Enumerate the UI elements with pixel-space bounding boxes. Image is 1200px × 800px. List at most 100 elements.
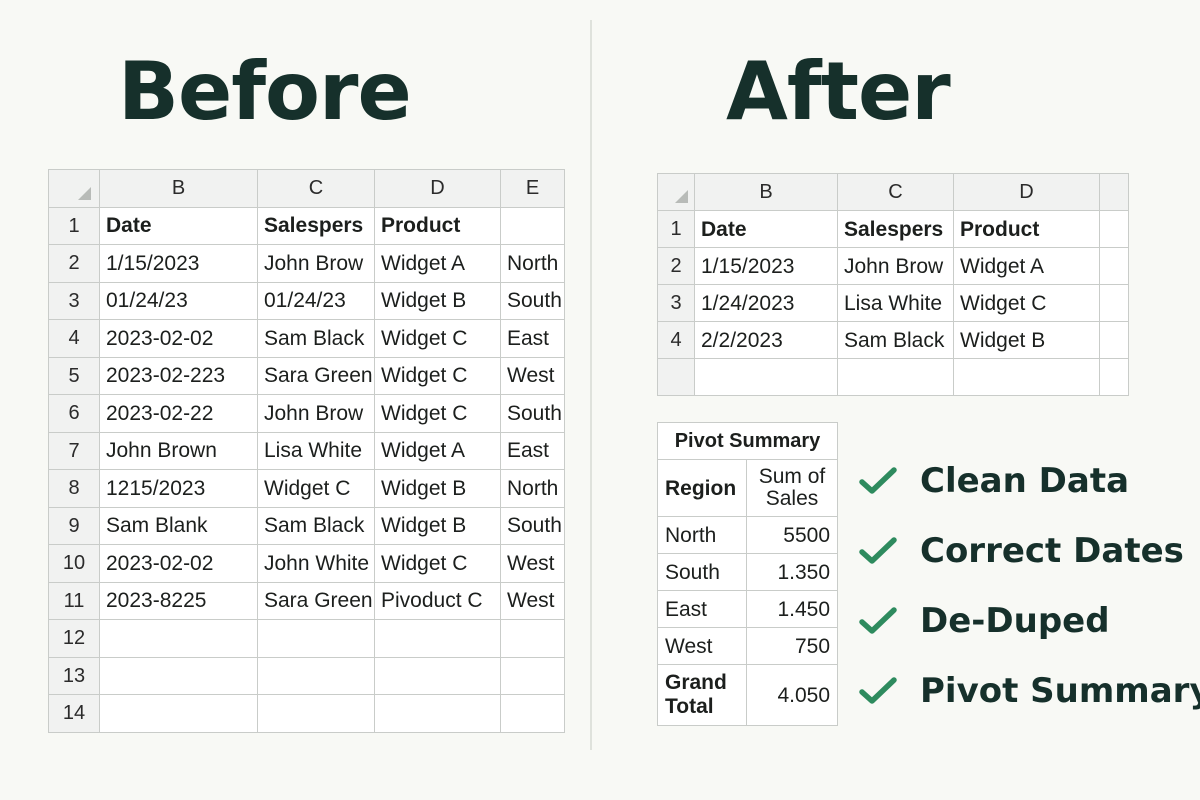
cell[interactable] xyxy=(99,656,258,695)
cell[interactable]: Salespers xyxy=(257,206,375,245)
cell[interactable] xyxy=(837,358,954,396)
cell[interactable]: Date xyxy=(694,210,838,248)
cell[interactable]: John Brown xyxy=(99,431,258,470)
cell[interactable]: 1215/2023 xyxy=(99,469,258,508)
cell[interactable] xyxy=(99,694,258,733)
select-all-corner[interactable] xyxy=(48,169,100,208)
row-number[interactable]: 9 xyxy=(48,506,100,545)
column-header-c[interactable]: C xyxy=(257,169,375,208)
cell[interactable]: 1/15/2023 xyxy=(694,247,838,285)
cell[interactable] xyxy=(1099,247,1129,285)
row-number[interactable]: 7 xyxy=(48,431,100,470)
cell[interactable]: South xyxy=(500,281,565,320)
column-header-b[interactable]: B xyxy=(694,173,838,211)
cell[interactable]: John Brow xyxy=(257,394,375,433)
cell[interactable]: Product xyxy=(953,210,1100,248)
cell[interactable]: Widget C xyxy=(374,544,501,583)
cell[interactable] xyxy=(374,656,501,695)
cell[interactable] xyxy=(953,358,1100,396)
row-number[interactable]: 1 xyxy=(48,206,100,245)
cell[interactable] xyxy=(694,358,838,396)
cell[interactable]: Widget A xyxy=(953,247,1100,285)
row-number[interactable]: 13 xyxy=(48,656,100,695)
cell[interactable]: 01/24/23 xyxy=(257,281,375,320)
cell[interactable]: Sam Black xyxy=(257,506,375,545)
cell[interactable]: Lisa White xyxy=(257,431,375,470)
cell[interactable]: Widget A xyxy=(374,244,501,283)
row-number[interactable]: 4 xyxy=(657,321,695,359)
row-number[interactable]: 11 xyxy=(48,581,100,620)
cell[interactable] xyxy=(1099,284,1129,322)
cell[interactable] xyxy=(257,619,375,658)
cell[interactable]: Sam Black xyxy=(257,319,375,358)
column-header-d[interactable]: D xyxy=(374,169,501,208)
select-all-corner[interactable] xyxy=(657,173,695,211)
cell[interactable] xyxy=(257,656,375,695)
cell[interactable]: Widget B xyxy=(953,321,1100,359)
cell[interactable]: Sam Black xyxy=(837,321,954,359)
cell[interactable]: South xyxy=(500,506,565,545)
cell[interactable]: John Brow xyxy=(257,244,375,283)
cell[interactable] xyxy=(500,619,565,658)
cell[interactable]: East xyxy=(500,319,565,358)
cell[interactable]: Widget C xyxy=(374,394,501,433)
cell[interactable]: North xyxy=(500,469,565,508)
row-number[interactable]: 2 xyxy=(657,247,695,285)
row-number[interactable] xyxy=(657,358,695,396)
cell[interactable]: Sara Green xyxy=(257,356,375,395)
cell[interactable] xyxy=(1099,358,1129,396)
cell[interactable]: 2023-02-223 xyxy=(99,356,258,395)
cell[interactable]: East xyxy=(500,431,565,470)
cell[interactable]: 2023-8225 xyxy=(99,581,258,620)
cell[interactable]: Widget B xyxy=(374,506,501,545)
cell[interactable]: West xyxy=(500,581,565,620)
cell[interactable]: Pivoduct C xyxy=(374,581,501,620)
cell[interactable]: West xyxy=(500,544,565,583)
cell[interactable]: Widget A xyxy=(374,431,501,470)
column-header-d[interactable]: D xyxy=(953,173,1100,211)
cell[interactable]: 1/24/2023 xyxy=(694,284,838,322)
cell[interactable]: Sara Green xyxy=(257,581,375,620)
cell[interactable] xyxy=(500,694,565,733)
cell[interactable]: Widget C xyxy=(374,319,501,358)
row-number[interactable]: 4 xyxy=(48,319,100,358)
cell[interactable] xyxy=(374,619,501,658)
cell[interactable]: 2023-02-02 xyxy=(99,544,258,583)
cell[interactable]: South xyxy=(500,394,565,433)
cell[interactable]: Lisa White xyxy=(837,284,954,322)
row-number[interactable]: 5 xyxy=(48,356,100,395)
row-number[interactable]: 6 xyxy=(48,394,100,433)
cell[interactable] xyxy=(500,656,565,695)
column-header-b[interactable]: B xyxy=(99,169,258,208)
row-number[interactable]: 8 xyxy=(48,469,100,508)
row-number[interactable]: 1 xyxy=(657,210,695,248)
row-number[interactable]: 12 xyxy=(48,619,100,658)
cell[interactable]: Date xyxy=(99,206,258,245)
row-number[interactable]: 10 xyxy=(48,544,100,583)
cell[interactable]: Widget B xyxy=(374,469,501,508)
cell[interactable] xyxy=(99,619,258,658)
cell[interactable]: 1/15/2023 xyxy=(99,244,258,283)
cell[interactable]: Widget B xyxy=(374,281,501,320)
cell[interactable]: North xyxy=(500,244,565,283)
cell[interactable]: John White xyxy=(257,544,375,583)
row-number[interactable]: 14 xyxy=(48,694,100,733)
cell[interactable]: 01/24/23 xyxy=(99,281,258,320)
row-number[interactable]: 2 xyxy=(48,244,100,283)
cell[interactable] xyxy=(1099,210,1129,248)
cell[interactable]: Sam Blank xyxy=(99,506,258,545)
cell[interactable]: 2023-02-22 xyxy=(99,394,258,433)
cell[interactable]: Salespers xyxy=(837,210,954,248)
cell[interactable]: 2023-02-02 xyxy=(99,319,258,358)
column-header-c[interactable]: C xyxy=(837,173,954,211)
cell[interactable] xyxy=(257,694,375,733)
column-header-e[interactable] xyxy=(1099,173,1129,211)
cell[interactable]: Widget C xyxy=(374,356,501,395)
row-number[interactable]: 3 xyxy=(48,281,100,320)
cell[interactable]: John Brow xyxy=(837,247,954,285)
cell[interactable]: Widget C xyxy=(953,284,1100,322)
column-header-e[interactable]: E xyxy=(500,169,565,208)
cell[interactable] xyxy=(500,206,565,245)
cell[interactable]: Product xyxy=(374,206,501,245)
row-number[interactable]: 3 xyxy=(657,284,695,322)
